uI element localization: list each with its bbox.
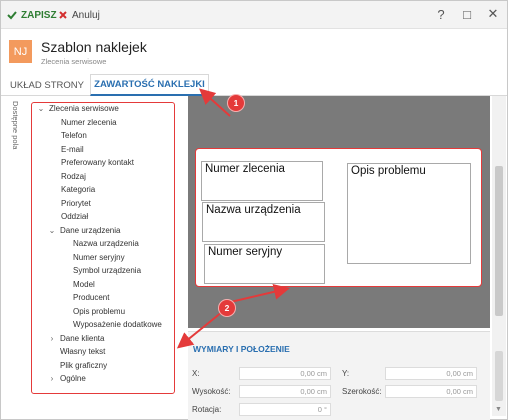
tree-item-label: Ogólne <box>60 374 86 383</box>
page-subtitle: Zlecenia serwisowe <box>41 57 107 66</box>
x-label: X: <box>192 369 200 378</box>
cancel-label: Anuluj <box>72 9 100 21</box>
tab-page-layout[interactable]: UKŁAD STRONY <box>7 74 87 96</box>
cancel-button[interactable]: Anuluj <box>58 7 100 23</box>
tree-item-label: Dane klienta <box>60 334 105 343</box>
tree-item-field[interactable]: Priorytet <box>61 197 91 210</box>
tree-item-field[interactable]: Plik graficzny <box>60 359 107 372</box>
available-fields-text: Dostępne pola <box>11 101 20 150</box>
tree-item-group[interactable]: › Ogólne <box>47 372 86 385</box>
close-icon[interactable]: ✕ <box>487 6 499 22</box>
scrollbar-thumb[interactable] <box>495 166 503 316</box>
height-label: Wysokość: <box>192 387 231 396</box>
tree-item-field[interactable]: E-mail <box>61 143 84 156</box>
tree-item-field[interactable]: Własny tekst <box>60 345 105 358</box>
tree-item-field[interactable]: Producent <box>73 291 109 304</box>
sticker-field[interactable]: Opis problemu <box>347 163 471 264</box>
save-label: ZAPISZ <box>21 9 57 21</box>
rotation-input[interactable]: 0 ° <box>239 403 331 416</box>
check-icon <box>7 11 17 20</box>
x-input[interactable]: 0,00 cm <box>239 367 331 380</box>
sticker-field[interactable]: Numer seryjny <box>204 244 325 284</box>
tree-item-group[interactable]: › Dane klienta <box>47 332 105 345</box>
maximize-icon[interactable]: □ <box>461 6 473 22</box>
tree-item-field[interactable]: Oddział <box>61 210 88 223</box>
rotation-label: Rotacja: <box>192 405 222 414</box>
chevron-down-icon[interactable]: ⌄ <box>36 104 46 113</box>
tree-item-field[interactable]: Model <box>73 278 95 291</box>
tree-item-field[interactable]: Kategoria <box>61 183 95 196</box>
header: NJ Szablon naklejek Zlecenia serwisowe <box>1 29 507 71</box>
toolbar: ZAPISZ Anuluj ? □ ✕ <box>1 1 507 29</box>
chevron-down-icon[interactable]: ⌄ <box>47 226 57 235</box>
tree-item-field[interactable]: Wyposażenie dodatkowe <box>73 318 162 331</box>
available-fields-label[interactable]: Dostępne pola <box>6 101 20 171</box>
tree-item-group[interactable]: ⌄ Dane urządzenia <box>47 224 121 237</box>
close-x-icon <box>59 11 67 19</box>
tab-sticker-content[interactable]: ZAWARTOŚĆ NAKLEJKI <box>90 74 209 96</box>
sticker-field[interactable]: Numer zlecenia <box>201 161 323 201</box>
module-badge: NJ <box>9 40 32 63</box>
y-input[interactable]: 0,00 cm <box>385 367 477 380</box>
chevron-right-icon[interactable]: › <box>47 374 57 383</box>
tree-item-label: Dane urządzenia <box>60 226 121 235</box>
window: ZAPISZ Anuluj ? □ ✕ NJ Szablon naklejek … <box>0 0 508 420</box>
tree-item-field[interactable]: Nazwa urządzenia <box>73 237 139 250</box>
dimensions-title[interactable]: WYMIARY I POŁOŻENIE <box>193 344 290 354</box>
tree-item-label: Zlecenia serwisowe <box>49 104 119 113</box>
height-input[interactable]: 0,00 cm <box>239 385 331 398</box>
save-button[interactable]: ZAPISZ <box>7 7 57 23</box>
tree-item-field[interactable]: Symbol urządzenia <box>73 264 141 277</box>
tree-item-field[interactable]: Rodzaj <box>61 170 86 183</box>
annotation-badge-1: 1 <box>228 95 244 111</box>
tree-item-field[interactable]: Numer zlecenia <box>61 116 117 129</box>
tree-item-root[interactable]: ⌄ Zlecenia serwisowe <box>36 102 119 115</box>
help-icon[interactable]: ? <box>435 6 447 22</box>
chevron-right-icon[interactable]: › <box>47 334 57 343</box>
annotation-badge-2: 2 <box>219 300 235 316</box>
tree-item-field[interactable]: Preferowany kontakt <box>61 156 134 169</box>
tree-item-field[interactable]: Numer seryjny <box>73 251 125 264</box>
page-title: Szablon naklejek <box>41 39 147 55</box>
sticker-field[interactable]: Nazwa urządzenia <box>202 202 325 242</box>
width-input[interactable]: 0,00 cm <box>385 385 477 398</box>
tab-bar: UKŁAD STRONY ZAWARTOŚĆ NAKLEJKI <box>1 74 507 96</box>
window-controls: ? □ ✕ <box>435 6 499 22</box>
y-label: Y: <box>342 369 350 378</box>
scroll-down-icon[interactable]: ▼ <box>495 406 502 413</box>
tree-item-field[interactable]: Opis problemu <box>73 305 125 318</box>
panel-scrollbar-thumb[interactable] <box>495 351 503 401</box>
tree-item-field[interactable]: Telefon <box>61 129 87 142</box>
width-label: Szerokość: <box>342 387 382 396</box>
